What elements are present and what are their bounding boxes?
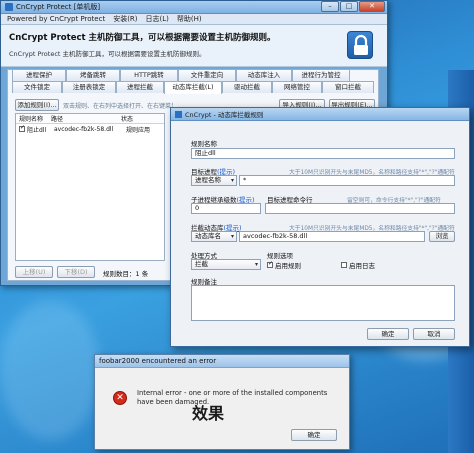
add-rule-button[interactable]: 添加规则(I)... — [15, 99, 59, 111]
menu-powered: Powered by CnCrypt Protect — [7, 15, 106, 23]
col-status: 状态 — [121, 116, 134, 123]
tab-row-1: 进程保护 烤备跳转 HTTP跳转 文件重定向 动态库注入 进程行为管控 — [12, 69, 350, 81]
action-select[interactable]: 拦截 — [191, 259, 261, 270]
tab-process-protect[interactable]: 进程保护 — [12, 69, 66, 81]
rule-dialog-title: CnCrypt - 动态库拦截规则 — [185, 111, 264, 119]
close-button[interactable]: ✕ — [359, 1, 385, 12]
tab-window-block[interactable]: 窗口拦截 — [322, 81, 374, 93]
minimize-button[interactable]: – — [321, 1, 339, 12]
row-checkbox[interactable] — [19, 124, 25, 132]
menubar: Powered by CnCrypt Protect 安装(R) 日志(L) 帮… — [1, 14, 387, 25]
rule-name-label: 规则名称 — [191, 140, 217, 148]
window-controls: – □ ✕ — [321, 1, 385, 12]
process-name-select[interactable]: 进程名称 — [191, 175, 237, 186]
banner-title: CnCrypt Protect 主机防御工具，可以根据需要设置主机防御规则。 — [9, 33, 276, 43]
lib-name-select[interactable]: 动态库名 — [191, 231, 237, 242]
tab-dll-inject[interactable]: 动态库注入 — [236, 69, 292, 81]
cmdline-field[interactable] — [265, 203, 455, 214]
options-label: 规则选项 — [267, 252, 293, 260]
menu-log[interactable]: 日志(L) — [146, 14, 169, 24]
error-ok-button[interactable]: 确定 — [291, 429, 337, 441]
banner: CnCrypt Protect 主机防御工具，可以根据需要设置主机防御规则。 C… — [1, 25, 387, 67]
tab-process-behavior[interactable]: 进程行为管控 — [292, 69, 350, 81]
error-dialog-titlebar: foobar2000 encountered an error — [95, 355, 349, 368]
move-up-button[interactable]: 上移(U) — [15, 266, 53, 278]
enable-log-text: 启用日志 — [349, 262, 375, 270]
rule-count: 规则数目：1 条 — [103, 270, 149, 278]
rule-dialog: CnCrypt - 动态库拦截规则 规则名称 阻止dll 目标进程(提示) 大于… — [170, 107, 470, 347]
enable-log-checkbox[interactable] — [341, 262, 347, 268]
rule-list-header: 规则名称 路径 状态 — [16, 114, 164, 124]
dialog-app-icon — [175, 110, 182, 118]
child-level-field[interactable]: 0 — [191, 203, 261, 214]
tab-file-redirect[interactable]: 文件重定向 — [178, 69, 236, 81]
maximize-button[interactable]: □ — [340, 1, 358, 12]
col-rule-name: 规则名称 — [19, 116, 44, 123]
tab-file-lock[interactable]: 文件锁定 — [12, 81, 62, 93]
enable-log-option[interactable]: 启用日志 — [341, 260, 375, 270]
tab-http-redirect[interactable]: HTTP跳转 — [120, 69, 178, 81]
remark-textarea[interactable] — [191, 285, 455, 321]
rule-name-field[interactable]: 阻止dll — [191, 148, 455, 159]
browse-button[interactable]: 浏览 — [429, 231, 455, 242]
enable-rule-option[interactable]: 启用规则 — [267, 260, 301, 270]
tab-network-control[interactable]: 网络管控 — [272, 81, 322, 93]
dialog-ok-button[interactable]: 确定 — [367, 328, 409, 340]
banner-subtitle: CnCrypt Protect 主机防御工具，可以根据需要设置主机防御规则。 — [9, 50, 206, 58]
tab-driver-block[interactable]: 驱动拦截 — [222, 81, 272, 93]
row-path: avcodec-fb2k-58.dll — [54, 125, 114, 133]
overlay-caption: 效果 — [192, 404, 225, 423]
hint-text: 双击规则、在右列中选择打开、在右键菜单中打开 — [63, 103, 173, 110]
dialog-cancel-button[interactable]: 取消 — [413, 328, 455, 340]
app-icon — [5, 3, 13, 11]
lib-name-field[interactable]: avcodec-fb2k-58.dll — [239, 231, 425, 242]
error-message: Internal error - one or more of the inst… — [137, 389, 328, 406]
error-icon: ✕ — [113, 391, 127, 405]
desktop-glow — [0, 300, 100, 440]
rule-list[interactable]: 规则名称 路径 状态 阻止dll avcodec-fb2k-58.dll 规则应… — [15, 113, 165, 261]
rule-dialog-titlebar: CnCrypt - 动态库拦截规则 — [171, 108, 469, 121]
process-name-field[interactable]: * — [239, 175, 455, 186]
col-path: 路径 — [51, 116, 64, 123]
lock-icon — [347, 31, 373, 59]
menu-help[interactable]: 帮助(H) — [177, 14, 202, 24]
move-down-button[interactable]: 下移(D) — [57, 266, 95, 278]
tab-device-redirect[interactable]: 烤备跳转 — [66, 69, 120, 81]
window-title: CnCrypt Protect [单机版] — [16, 3, 101, 11]
tab-row-2: 文件锁定 注册表锁定 进程拦截 动态库拦截(L) 驱动拦截 网络管控 窗口拦截 — [12, 81, 374, 94]
error-dialog-title: foobar2000 encountered an error — [99, 357, 217, 365]
tab-registry-lock[interactable]: 注册表锁定 — [62, 81, 116, 93]
row-name: 阻止dll — [27, 126, 47, 134]
tab-dll-block[interactable]: 动态库拦截(L) — [164, 81, 222, 94]
tab-process-block[interactable]: 进程拦截 — [116, 81, 164, 93]
row-status: 规则应用 — [126, 126, 151, 134]
menu-install[interactable]: 安装(R) — [113, 14, 137, 24]
enable-rule-checkbox[interactable] — [267, 260, 273, 268]
enable-rule-text: 启用规则 — [275, 262, 301, 270]
table-row[interactable]: 阻止dll avcodec-fb2k-58.dll 规则应用 — [16, 124, 164, 134]
